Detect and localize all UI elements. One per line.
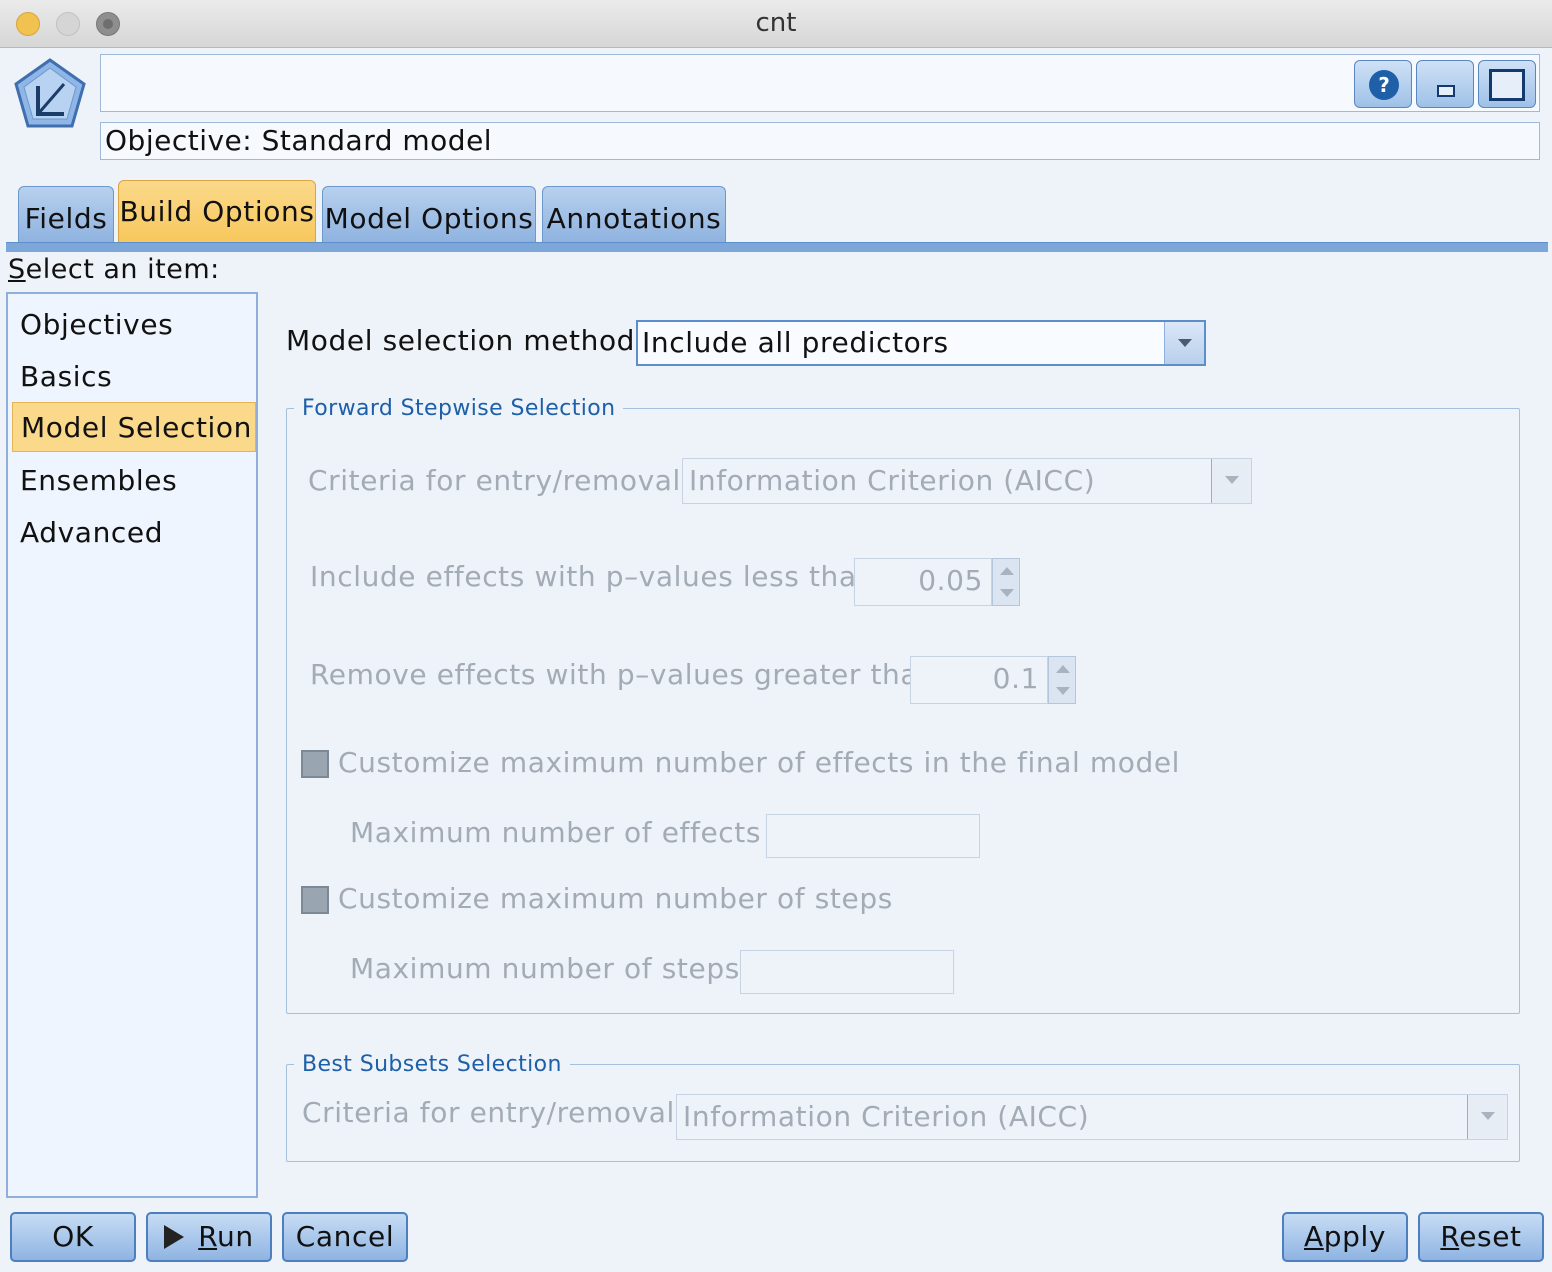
- max-steps-input[interactable]: [740, 950, 954, 994]
- customize-max-steps-checkbox[interactable]: [301, 886, 329, 914]
- tab-fields[interactable]: Fields: [18, 186, 114, 242]
- remove-pvalue-spinner[interactable]: [1048, 656, 1076, 704]
- apply-button[interactable]: Apply: [1282, 1212, 1408, 1262]
- forward-criteria-value: Information Criterion (AICC): [689, 464, 1096, 497]
- reset-button[interactable]: Reset: [1418, 1212, 1544, 1262]
- nav-item-advanced[interactable]: Advanced: [12, 508, 256, 558]
- objective-label: Objective: Standard model: [100, 122, 1540, 160]
- minimize-icon: [1437, 85, 1455, 97]
- tab-model-options[interactable]: Model Options: [322, 186, 536, 242]
- window-titlebar: cnt: [0, 0, 1552, 48]
- model-selection-method-label: Model selection method:: [286, 324, 646, 357]
- nav-item-objectives[interactable]: Objectives: [12, 300, 256, 350]
- select-item-label: Select an item:: [8, 254, 220, 285]
- cancel-button[interactable]: Cancel: [282, 1212, 408, 1262]
- best-criteria-dropdown[interactable]: Information Criterion (AICC): [676, 1094, 1508, 1140]
- nav-item-basics[interactable]: Basics: [12, 352, 256, 402]
- chevron-down-icon[interactable]: [1467, 1095, 1507, 1139]
- include-pvalue-input[interactable]: 0.05: [854, 558, 992, 606]
- model-selection-method-dropdown[interactable]: Include all predictors: [636, 320, 1206, 366]
- window-title: cnt: [755, 8, 797, 38]
- tab-strip: Fields Build Options Model Options Annot…: [6, 176, 1548, 252]
- customize-max-steps-label: Customize maximum number of steps: [338, 882, 893, 915]
- include-pvalue-spinner[interactable]: [992, 558, 1020, 606]
- customize-max-effects-checkbox[interactable]: [301, 750, 329, 778]
- model-node-icon: [14, 58, 86, 128]
- remove-pvalue-input[interactable]: 0.1: [910, 656, 1048, 704]
- forward-stepwise-legend: Forward Stepwise Selection: [294, 396, 624, 421]
- help-button[interactable]: ?: [1354, 60, 1412, 108]
- include-pvalue-value: 0.05: [918, 564, 983, 597]
- tab-annotations[interactable]: Annotations: [542, 186, 726, 242]
- play-icon: [164, 1225, 185, 1249]
- node-name-field[interactable]: [100, 54, 1540, 112]
- maximize-icon: [1489, 69, 1525, 101]
- maximize-button[interactable]: [1478, 60, 1536, 108]
- item-list: Objectives Basics Model Selection Ensemb…: [6, 292, 258, 1198]
- remove-effects-label: Remove effects with p–values greater tha…: [310, 658, 947, 691]
- customize-max-effects-label: Customize maximum number of effects in t…: [338, 746, 1181, 779]
- chevron-down-icon[interactable]: [1164, 322, 1204, 364]
- ok-button[interactable]: OK: [10, 1212, 136, 1262]
- include-effects-label: Include effects with p–values less than:: [310, 560, 886, 593]
- best-criteria-value: Information Criterion (AICC): [683, 1100, 1090, 1133]
- max-effects-label: Maximum number of effects :: [350, 816, 781, 849]
- forward-criteria-dropdown[interactable]: Information Criterion (AICC): [682, 458, 1252, 504]
- help-icon: ?: [1369, 70, 1399, 100]
- best-criteria-label: Criteria for entry/removal:: [302, 1096, 685, 1129]
- chevron-down-icon[interactable]: [1211, 459, 1251, 503]
- nav-item-model-selection[interactable]: Model Selection: [12, 402, 256, 452]
- nav-item-ensembles[interactable]: Ensembles: [12, 456, 256, 506]
- forward-criteria-label: Criteria for entry/removal:: [308, 464, 691, 497]
- remove-pvalue-value: 0.1: [992, 662, 1039, 695]
- max-effects-input[interactable]: [766, 814, 980, 858]
- max-steps-label: Maximum number of steps:: [350, 952, 750, 985]
- tab-divider: [6, 242, 1548, 252]
- model-selection-method-value: Include all predictors: [642, 326, 949, 359]
- run-button[interactable]: Run: [146, 1212, 272, 1262]
- best-subsets-legend: Best Subsets Selection: [294, 1052, 570, 1077]
- minimize-button[interactable]: [1416, 60, 1474, 108]
- tab-build-options[interactable]: Build Options: [118, 180, 316, 244]
